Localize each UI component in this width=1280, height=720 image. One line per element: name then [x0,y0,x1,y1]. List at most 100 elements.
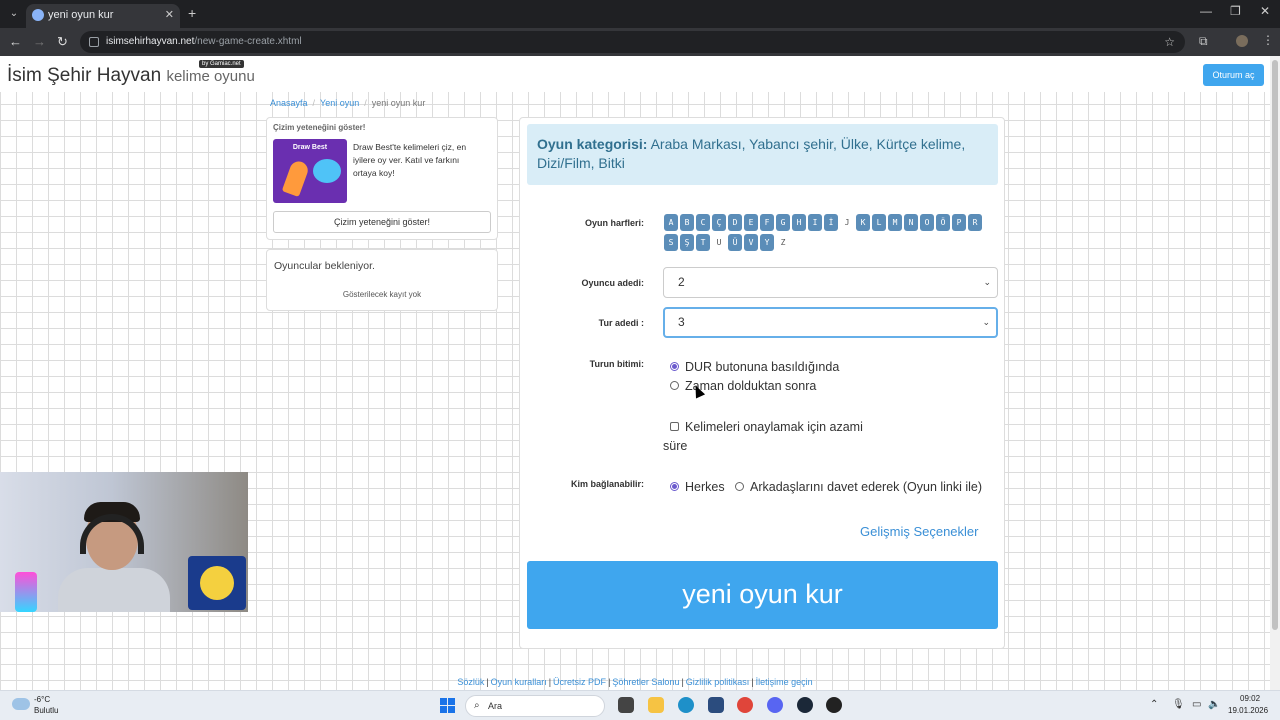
letter-chip[interactable]: İ [824,214,838,231]
category-label: Oyun kategorisi: [537,136,648,152]
back-icon[interactable]: ← [9,34,22,49]
create-game-button[interactable]: yeni oyun kur [527,561,998,629]
forward-icon[interactable]: → [33,34,46,49]
letter-chip[interactable]: K [856,214,870,231]
players-panel: Oyuncular bekleniyor. Gösterilecek kayıt… [266,249,498,311]
players-count-select[interactable]: 2 ⌄ [663,267,998,298]
letter-chip[interactable]: E [744,214,758,231]
letter-chip[interactable]: D [728,214,742,231]
letter-chip[interactable]: B [680,214,694,231]
letter-chip[interactable]: N [904,214,918,231]
letter-chip[interactable]: U [712,234,726,251]
footer-separator: | [751,677,754,687]
footer-link[interactable]: İletişime geçin [756,677,813,687]
app-icon[interactable] [826,697,842,713]
letter-chip[interactable]: Ş [680,234,694,251]
breadcrumb-new-game[interactable]: Yeni oyun [320,98,359,108]
brand-logo[interactable]: İsim Şehir Hayvan kelime oyunu [7,65,255,87]
edge-icon[interactable] [678,697,694,713]
letter-chip[interactable]: Y [760,234,774,251]
letter-chip[interactable]: Ü [728,234,742,251]
minimize-icon[interactable]: — [1200,4,1212,18]
volume-icon[interactable]: 🔈 [1208,699,1220,710]
footer-link[interactable]: Şöhretler Salonu [612,677,679,687]
browser-menu-icon[interactable]: ⋮ [1262,33,1274,47]
letter-chip[interactable]: P [952,214,966,231]
task-view-icon[interactable] [618,697,634,713]
radio-checked-icon[interactable] [670,482,679,492]
chevron-down-icon: ⌄ [983,277,991,287]
radio-icon[interactable] [670,381,679,391]
store-icon[interactable] [708,697,724,713]
round-end-label: Turun bitimi: [589,359,644,369]
letter-chip[interactable]: C [696,214,710,231]
round-end-option-stop[interactable]: DUR butonuna basıldığında [670,360,839,374]
letter-chip[interactable]: F [760,214,774,231]
microphone-icon[interactable]: 🎙 [1172,699,1185,710]
letter-chip[interactable]: A [664,214,678,231]
page-scrollbar[interactable] [1270,56,1280,690]
letter-chip[interactable]: J [840,214,854,231]
letter-chip[interactable]: V [744,234,758,251]
breadcrumb-current: yeni oyun kur [371,98,426,108]
extensions-icon[interactable]: ⧉ [1199,34,1208,49]
footer-link[interactable]: Gizlilik politikası [686,677,750,687]
radio-icon[interactable] [735,482,744,492]
by-badge[interactable]: by Gamiac.net [199,60,244,68]
browser-tab[interactable]: yeni oyun kur ✕ [26,4,180,28]
letter-chip[interactable]: S [664,234,678,251]
login-button[interactable]: Oturum aç [1203,64,1264,86]
letter-chip[interactable]: Z [776,234,790,251]
tray-chevron-icon[interactable]: ⌃ [1150,699,1158,710]
checkbox-icon[interactable] [670,422,679,432]
weather-temperature[interactable]: -6°C [34,695,50,704]
scrollbar-thumb[interactable] [1272,60,1278,630]
steam-icon[interactable] [797,697,813,713]
tab-close-icon[interactable]: ✕ [165,4,174,26]
letter-chip[interactable]: Ç [712,214,726,231]
new-tab-icon[interactable]: + [188,5,196,21]
clock-date[interactable]: 19.01.2026 [1228,706,1268,715]
file-explorer-icon[interactable] [648,697,664,713]
cloud-icon[interactable] [12,698,30,710]
taskbar-search[interactable]: ⌕ Ara [465,695,605,717]
site-info-icon[interactable] [89,37,99,47]
round-end-option1-label: DUR butonuna basıldığında [685,360,840,374]
max-time-option[interactable]: Kelimeleri onaylamak için azami süre [663,418,883,456]
maximize-icon[interactable]: ❐ [1230,4,1241,18]
who-option-everyone[interactable]: Herkes [670,480,725,494]
chrome-icon[interactable] [737,697,753,713]
discord-icon[interactable] [767,697,783,713]
bookmark-star-icon[interactable]: ☆ [1164,31,1175,53]
letter-chip[interactable]: M [888,214,902,231]
letter-chip[interactable]: R [968,214,982,231]
letter-chip[interactable]: H [792,214,806,231]
reload-icon[interactable]: ↻ [57,34,68,50]
tab-search-icon[interactable]: ⌄ [6,6,22,22]
promo-button[interactable]: Çizim yeteneğini göster! [273,211,491,233]
breadcrumb-home[interactable]: Anasayfa [270,98,308,108]
letter-chip[interactable]: I [808,214,822,231]
weather-description[interactable]: Bulutlu [34,706,58,715]
letter-chip[interactable]: Ö [936,214,950,231]
footer-link[interactable]: Oyun kuralları [491,677,547,687]
footer-link[interactable]: Ücretsiz PDF [553,677,606,687]
address-bar[interactable]: isimsehirhayvan.net/new-game-create.xhtm… [80,31,1185,53]
footer-link[interactable]: Sözlük [457,677,484,687]
clock-time[interactable]: 09:02 [1240,694,1260,703]
window-close-icon[interactable]: ✕ [1260,4,1270,18]
letter-chip[interactable]: O [920,214,934,231]
url-path: /new-game-create.xhtml [194,36,302,47]
windows-start-icon[interactable] [440,698,455,713]
radio-checked-icon[interactable] [670,362,679,372]
profile-avatar[interactable] [1236,35,1248,47]
letter-chip[interactable]: T [696,234,710,251]
letter-chip[interactable]: G [776,214,790,231]
network-icon[interactable]: ▭ [1192,699,1201,710]
letter-chip[interactable]: L [872,214,886,231]
who-option-friends[interactable]: Arkadaşlarını davet ederek (Oyun linki i… [735,480,982,494]
advanced-options-link[interactable]: Gelişmiş Seçenekler [860,524,979,539]
draw-best-image[interactable]: Draw Best [273,139,347,203]
who-option2-label: Arkadaşlarını davet ederek (Oyun linki i… [750,480,983,494]
rounds-select[interactable]: 3 ⌄ [663,307,998,338]
